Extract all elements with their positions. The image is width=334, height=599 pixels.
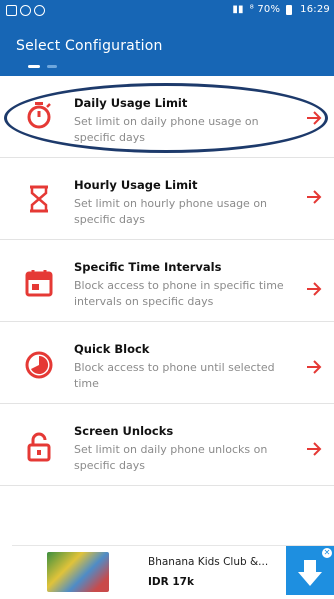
- status-bar: ▮▮ ⁸ 70% 16:29: [0, 0, 334, 24]
- status-time: 16:29: [300, 4, 330, 15]
- ad-banner[interactable]: Bhanana Kids Club &... IDR 17k ✕: [12, 545, 334, 595]
- arrow-right-icon: [307, 282, 322, 296]
- battery-percent: ⁸ 70%: [249, 4, 281, 15]
- ad-price: IDR 17k: [148, 576, 194, 588]
- list-item-title: Specific Time Intervals: [74, 260, 222, 274]
- arrow-right-icon: [307, 111, 322, 125]
- list-item-desc: Block access to phone in specific time i…: [74, 279, 284, 308]
- ad-image[interactable]: [47, 552, 109, 592]
- ad-title[interactable]: Bhanana Kids Club &...: [148, 556, 268, 568]
- page-title: Select Configuration: [16, 38, 163, 54]
- sync-icon: [20, 5, 31, 16]
- signal-icon: ▮▮: [232, 4, 244, 15]
- list-item-desc: Set limit on hourly phone usage on speci…: [74, 197, 268, 226]
- hourglass-icon: [30, 185, 48, 213]
- gallery-icon: [6, 5, 17, 16]
- list-item-title: Quick Block: [74, 342, 150, 356]
- ad-close-icon[interactable]: ✕: [322, 548, 332, 558]
- battery-icon: [286, 4, 293, 15]
- list-item-screen-unlocks[interactable]: Screen Unlocks Set limit on daily phone …: [0, 404, 334, 486]
- list-item-specific-time-intervals[interactable]: Specific Time Intervals Block access to …: [0, 240, 334, 322]
- page-dot-active: [28, 65, 40, 68]
- status-right: ▮▮ ⁸ 70% 16:29: [232, 4, 330, 15]
- pie-clock-icon: [25, 351, 53, 379]
- list-item-desc: Block access to phone until selected tim…: [74, 361, 275, 390]
- lock-icon: [27, 432, 51, 462]
- arrow-right-icon: [307, 442, 322, 456]
- arrow-right-icon: [307, 190, 322, 204]
- list-item-desc: Set limit on daily phone usage on specif…: [74, 115, 259, 144]
- calendar-icon: [25, 270, 53, 297]
- list-item-desc: Set limit on daily phone unlocks on spec…: [74, 443, 268, 472]
- list-item-daily-usage-limit[interactable]: Daily Usage Limit Set limit on daily pho…: [0, 76, 334, 158]
- notification-icons: [6, 5, 45, 16]
- page-indicator: [28, 65, 57, 68]
- list-item-title: Screen Unlocks: [74, 424, 174, 438]
- whatsapp-icon: [34, 5, 45, 16]
- list-item-title: Hourly Usage Limit: [74, 178, 198, 192]
- ad-action-button[interactable]: ✕: [286, 546, 334, 595]
- list-item-quick-block[interactable]: Quick Block Block access to phone until …: [0, 322, 334, 404]
- list-item-title: Daily Usage Limit: [74, 96, 188, 110]
- page-dot-inactive: [47, 65, 57, 68]
- app-bar: Select Configuration: [0, 24, 334, 76]
- list-item-hourly-usage-limit[interactable]: Hourly Usage Limit Set limit on hourly p…: [0, 158, 334, 240]
- stopwatch-icon: [27, 102, 51, 129]
- arrow-right-icon: [307, 360, 322, 374]
